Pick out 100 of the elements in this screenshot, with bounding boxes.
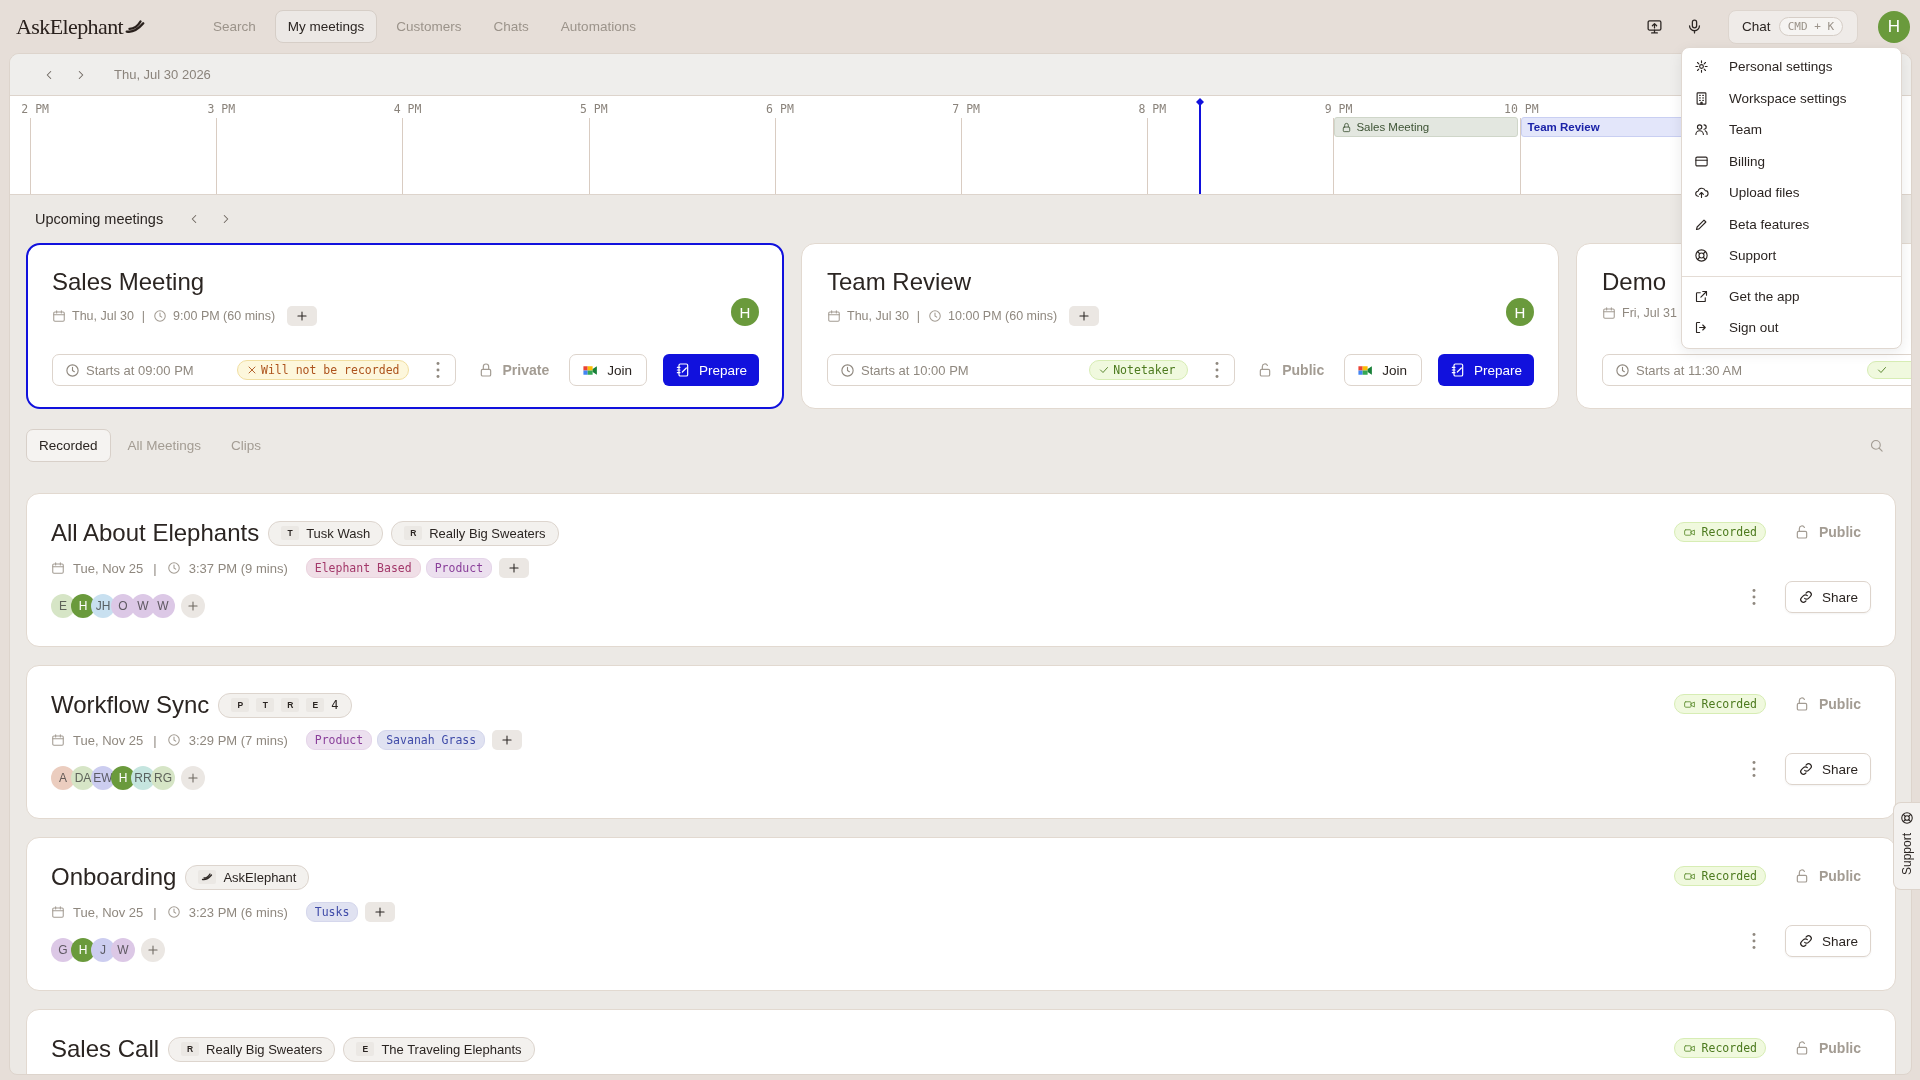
chat-label: Chat [1742, 19, 1771, 34]
participant-avatar: J [91, 938, 115, 962]
participant-avatar: H [111, 766, 135, 790]
company-chip[interactable]: R Really Big Sweaters [168, 1036, 336, 1062]
meeting-card[interactable]: Onboarding AskElephant Tue, Nov 25 | 3:23 PM (6 mins) Tusks G H J W Recorded Public Share [26, 837, 1896, 991]
start-time: Starts at 11:30 AM [1636, 362, 1743, 378]
meeting-time: 3:23 PM (6 mins) [188, 904, 288, 920]
prepare-button[interactable]: Prepare [1437, 354, 1534, 386]
visibility-label: Public [1819, 524, 1861, 540]
company-name: Really Big Sweaters [429, 525, 546, 541]
event-title: Team Review [1527, 121, 1600, 133]
company-initial: E [306, 698, 325, 712]
status-label: Recorded [1701, 869, 1757, 883]
share-button[interactable]: Share [1784, 753, 1871, 785]
section-title: Upcoming meetings [35, 211, 164, 227]
menu-item[interactable]: Workspace settings [1682, 82, 1901, 114]
company-chip[interactable]: AskElephant [185, 864, 310, 890]
meeting-date: Tue, Nov 25 [73, 560, 144, 576]
company-initial: R [181, 1042, 200, 1056]
separator: | [153, 560, 157, 576]
participant-avatar: A [51, 766, 75, 790]
meeting-time: 3:29 PM (7 mins) [188, 732, 288, 748]
support-tab[interactable]: Support [1893, 802, 1920, 890]
meeting-title: Sales Call [51, 1035, 160, 1063]
share-button[interactable]: Share [1784, 581, 1871, 613]
prepare-button[interactable]: Prepare [662, 354, 759, 386]
participant-avatar: O [111, 594, 135, 618]
join-button[interactable]: Join [569, 354, 647, 386]
menu-item[interactable]: Personal settings [1682, 51, 1901, 83]
tag[interactable]: Tusks [305, 902, 359, 922]
meeting-card[interactable]: Sales Call R Really Big Sweaters E The Traveling Elephants Recorded Public [26, 1009, 1896, 1074]
participant-avatar: W [151, 594, 175, 618]
hour-label: 5 PM [579, 102, 608, 116]
meeting-title: Sales Meeting [52, 268, 206, 296]
chat-button[interactable]: Chat CMD + K [1728, 9, 1858, 44]
tag[interactable]: Product [425, 558, 493, 578]
support-label: Support [1900, 833, 1914, 876]
company-initial: E [356, 1042, 375, 1056]
hour-label: 3 PM [207, 102, 236, 116]
meeting-date: Thu, Jul 30 [847, 309, 909, 323]
company-count: 4 [331, 698, 339, 712]
participant-avatar: JH [91, 594, 115, 618]
attendee-avatar: H [731, 298, 759, 326]
participant-avatar: H [71, 594, 95, 618]
nav-tab[interactable]: My meetings [274, 10, 378, 43]
hour-label: 10 PM [1504, 102, 1539, 116]
company-chip[interactable]: T Tusk Wash [268, 520, 384, 546]
separator: | [153, 904, 157, 920]
visibility-label: Public [1819, 696, 1861, 712]
visibility-label: Public [1819, 868, 1861, 884]
menu-item[interactable]: Support [1682, 240, 1901, 272]
share-button[interactable]: Share [1784, 925, 1871, 957]
meeting-card[interactable]: Team Review Thu, Jul 30 | 10:00 PM (60 mins) H Starts at 10:00 PM Notetaker Public Join Prepare [801, 243, 1559, 409]
start-time: Starts at 10:00 PM [861, 362, 970, 378]
separator: | [153, 732, 157, 748]
hour-label: 8 PM [1138, 102, 1167, 116]
hour-label: 9 PM [1324, 102, 1353, 116]
hour-label: 4 PM [393, 102, 422, 116]
participant-avatar: RR [131, 766, 155, 790]
meeting-time: 10:00 PM (60 mins) [948, 309, 1058, 323]
tag[interactable]: Product [305, 730, 373, 750]
meeting-date: Tue, Nov 25 [73, 732, 144, 748]
company-initial: T [256, 698, 275, 712]
participant-avatar: W [131, 594, 155, 618]
status-label: Recorded [1701, 1041, 1757, 1055]
company-chip[interactable]: E The Traveling Elephants [343, 1036, 535, 1062]
tag[interactable]: Elephant Based [305, 558, 421, 578]
participant-avatar: G [51, 938, 75, 962]
logo-text[interactable]: AskElephant [16, 13, 124, 40]
filter-tab[interactable]: Recorded [26, 429, 111, 462]
start-time: Starts at 09:00 PM [86, 362, 195, 378]
shortcut-hint: CMD + K [1778, 17, 1843, 36]
meeting-time: 3:37 PM (9 mins) [188, 560, 288, 576]
menu-item[interactable]: Billing [1682, 145, 1901, 177]
hour-label: 2 PM [21, 102, 49, 116]
meeting-time: 9:00 PM (60 mins) [173, 309, 276, 323]
tag[interactable]: Savanah Grass [377, 730, 486, 750]
join-button[interactable]: Join [1344, 354, 1422, 386]
menu-item[interactable]: Upload files [1682, 177, 1901, 209]
meeting-date: Thu, Jul 30 [72, 309, 134, 323]
visibility-label: Public [1819, 1040, 1861, 1056]
calendar-event[interactable]: Sales Meeting [1334, 117, 1518, 137]
participant-avatar: W [111, 938, 135, 962]
company-initial: T [281, 526, 300, 540]
meeting-card[interactable]: Sales Meeting Thu, Jul 30 | 9:00 PM (60 mins) H Starts at 09:00 PM Will not be recorded Private Join Prepare [26, 243, 784, 409]
company-group-chip[interactable]: P T R E 4 [218, 692, 352, 718]
menu-item[interactable]: Sign out [1682, 312, 1901, 344]
meeting-card[interactable]: All About Elephants T Tusk Wash R Really Big Sweaters Tue, Nov 25 | 3:37 PM (9 mins) Elephant Based Product E H JH O W W Recorded Public Share [26, 493, 1896, 647]
current-date: Thu, Jul 30 2026 [114, 67, 211, 82]
company-initial: R [281, 698, 300, 712]
company-name: Tusk Wash [306, 525, 371, 541]
participant-avatar: H [71, 938, 95, 962]
visibility-label: Public [1282, 362, 1325, 378]
menu-item[interactable]: Get the app [1682, 280, 1901, 312]
participant-avatar: DA [71, 766, 95, 790]
event-title: Sales Meeting [1356, 121, 1430, 133]
menu-item[interactable]: Beta features [1682, 208, 1901, 240]
company-chip[interactable]: R Really Big Sweaters [391, 520, 559, 546]
hour-label: 7 PM [952, 102, 980, 116]
company-initial: R [404, 526, 423, 540]
